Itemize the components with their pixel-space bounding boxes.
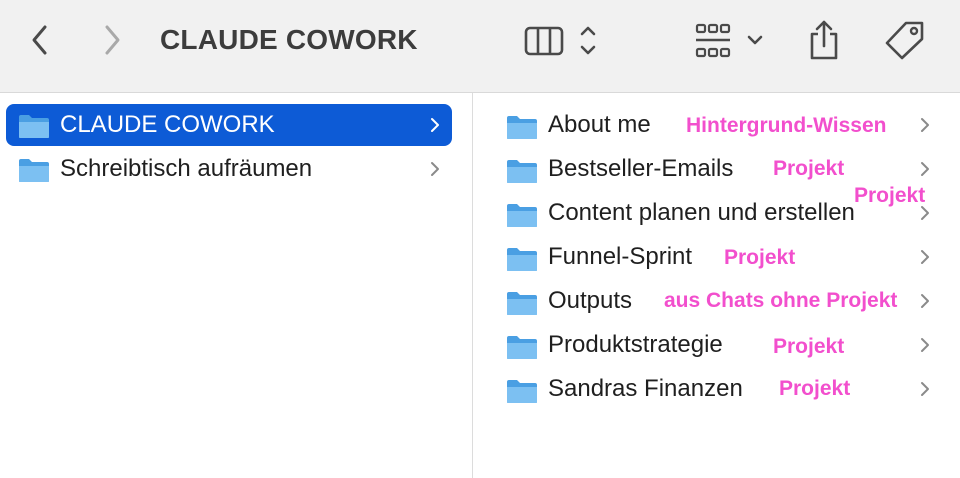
list-item-label: Produktstrategie — [548, 331, 723, 358]
list-item-label: Funnel-Sprint — [548, 243, 693, 270]
list-item-funnel-sprint[interactable]: Funnel-Sprint — [473, 235, 960, 279]
left-column: CLAUDE COWORK Schreibtisch aufräumen — [0, 93, 472, 478]
chevron-right-icon — [921, 382, 929, 396]
chevron-right-icon — [921, 294, 929, 308]
list-item-label: Sandras Finanzen — [548, 375, 743, 402]
list-item-label: Content planen und erstellen — [548, 199, 855, 226]
annotation-label: aus Chats ohne Projekt — [664, 289, 898, 312]
forward-button[interactable] — [96, 22, 128, 58]
list-item-claude-cowork[interactable]: CLAUDE COWORK — [6, 104, 452, 146]
folder-icon — [507, 160, 537, 183]
toolbar: CLAUDE COWORK — [0, 0, 960, 93]
list-item-schreibtisch[interactable]: Schreibtisch aufräumen — [6, 148, 452, 190]
folder-icon — [507, 116, 537, 139]
list-item-label: Outputs — [548, 287, 633, 314]
window-title: CLAUDE COWORK — [160, 24, 418, 55]
tag-button[interactable] — [880, 18, 928, 62]
list-item-sandras-finanzen[interactable]: Sandras Finanzen — [473, 367, 960, 411]
chevron-right-icon — [431, 118, 439, 132]
folder-icon — [507, 292, 537, 315]
list-item-label: Bestseller-Emails — [548, 155, 734, 182]
annotation-label: Projekt — [854, 184, 926, 207]
share-button[interactable] — [804, 18, 844, 62]
folder-icon — [507, 336, 537, 359]
folder-icon — [507, 248, 537, 271]
view-mode-button[interactable] — [520, 20, 604, 60]
tag-icon — [885, 21, 924, 60]
right-column: About me Bestseller-Emails Content plane… — [473, 93, 960, 478]
folder-icon — [19, 159, 49, 182]
chevron-right-icon — [921, 250, 929, 264]
chevron-right-icon — [105, 25, 120, 55]
back-button[interactable] — [24, 22, 56, 58]
column-view-icon — [524, 26, 596, 56]
list-item-label: Schreibtisch aufräumen — [60, 155, 313, 182]
chevron-right-icon — [921, 162, 929, 176]
annotation-label: Projekt — [724, 246, 796, 269]
list-item-label: CLAUDE COWORK — [60, 111, 275, 138]
grid-group-icon — [695, 23, 763, 58]
annotation-label: Hintergrund-Wissen — [686, 114, 887, 137]
annotation-label: Projekt — [773, 157, 845, 180]
list-item-label: About me — [548, 111, 651, 138]
folder-icon — [19, 115, 49, 138]
chevron-right-icon — [921, 338, 929, 352]
chevron-right-icon — [431, 162, 439, 176]
list-item-produktstrategie[interactable]: Produktstrategie — [473, 323, 960, 367]
folder-icon — [507, 204, 537, 227]
chevron-right-icon — [921, 118, 929, 132]
annotation-label: Projekt — [773, 335, 845, 358]
group-button[interactable] — [692, 20, 768, 60]
annotation-label: Projekt — [779, 377, 851, 400]
chevron-left-icon — [32, 25, 47, 55]
folder-icon — [507, 380, 537, 403]
share-icon — [810, 20, 838, 60]
